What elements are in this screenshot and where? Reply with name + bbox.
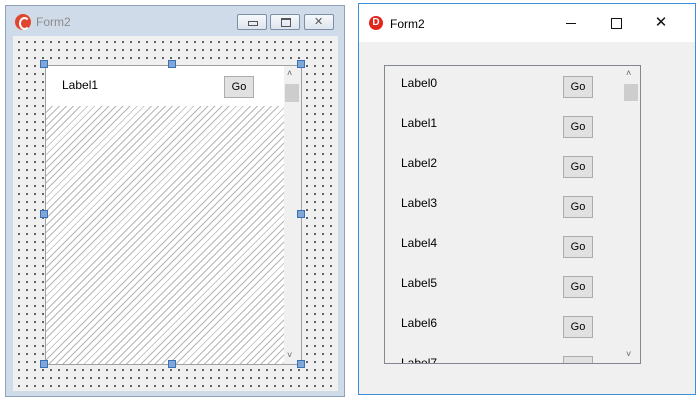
resize-handle-ne[interactable]	[297, 60, 305, 68]
resize-handle-e[interactable]	[297, 210, 305, 218]
form-design-surface[interactable]: Label1 Go ˄ ˅	[13, 36, 338, 391]
vertical-scrollbar[interactable]: ˄ ˅	[623, 66, 640, 363]
list-item: Label0 Go	[385, 66, 623, 106]
runtime-window: D Form2 ✕ Label0 Go Label1 Go Label2 Go …	[358, 3, 696, 395]
go-button[interactable]: Go	[563, 236, 593, 258]
row-label: Label2	[401, 156, 438, 170]
row-label: Label6	[401, 316, 438, 330]
scroll-down-icon[interactable]: ˅	[287, 350, 292, 360]
go-button[interactable]: Go	[563, 156, 593, 178]
row-label: Label7	[401, 356, 438, 364]
scrollbox-component[interactable]: Label1 Go ˄ ˅	[45, 65, 302, 365]
designer-window: Form2 Label1 Go ˄ ˅	[5, 5, 345, 397]
resize-handle-nw[interactable]	[40, 60, 48, 68]
row-label: Label4	[401, 236, 438, 250]
resize-handle-n[interactable]	[168, 60, 176, 68]
scroll-down-icon[interactable]: ˅	[626, 349, 631, 359]
close-icon[interactable]: ✕	[641, 12, 681, 34]
resize-handle-s[interactable]	[168, 360, 176, 368]
resize-handle-se[interactable]	[297, 360, 305, 368]
go-button[interactable]: Go	[563, 276, 593, 298]
row-label: Label0	[401, 76, 438, 90]
minimize-icon[interactable]	[551, 12, 591, 34]
resize-handle-sw[interactable]	[40, 360, 48, 368]
designer-title: Form2	[36, 15, 71, 29]
scroll-thumb[interactable]	[285, 84, 299, 102]
go-button[interactable]: Go	[563, 116, 593, 138]
go-button[interactable]: Go	[224, 76, 254, 98]
label1[interactable]: Label1	[62, 78, 98, 92]
list-item: Label5 Go	[385, 266, 623, 306]
delphi-icon	[15, 14, 31, 30]
list-item: Label6 Go	[385, 306, 623, 346]
go-button[interactable]: Go	[563, 316, 593, 338]
scrollbox-list[interactable]: Label0 Go Label1 Go Label2 Go Label3 Go …	[384, 65, 641, 364]
list-item: Label7	[385, 346, 623, 364]
row-frame[interactable]: Label1 Go	[46, 66, 284, 106]
row-label: Label1	[401, 116, 438, 130]
row-label: Label3	[401, 196, 438, 210]
delphi-app-icon: D	[369, 16, 383, 30]
runtime-titlebar: D Form2 ✕	[359, 4, 695, 42]
scroll-up-icon[interactable]: ˄	[287, 68, 292, 78]
runtime-title: Form2	[390, 17, 425, 31]
empty-area-hatch	[46, 106, 284, 364]
list-item: Label2 Go	[385, 146, 623, 186]
list-item: Label1 Go	[385, 106, 623, 146]
minimize-button[interactable]	[237, 14, 267, 30]
go-button[interactable]	[563, 356, 593, 363]
resize-handle-w[interactable]	[40, 210, 48, 218]
go-button[interactable]: Go	[563, 196, 593, 218]
go-button[interactable]: Go	[563, 76, 593, 98]
maximize-icon[interactable]	[596, 12, 636, 34]
list-item: Label3 Go	[385, 186, 623, 226]
scroll-up-icon[interactable]: ˄	[626, 68, 631, 78]
scroll-thumb[interactable]	[624, 84, 638, 101]
close-button[interactable]	[304, 14, 334, 30]
row-label: Label5	[401, 276, 438, 290]
list-item: Label4 Go	[385, 226, 623, 266]
restore-button[interactable]	[270, 14, 300, 30]
designer-titlebar: Form2	[6, 6, 344, 36]
